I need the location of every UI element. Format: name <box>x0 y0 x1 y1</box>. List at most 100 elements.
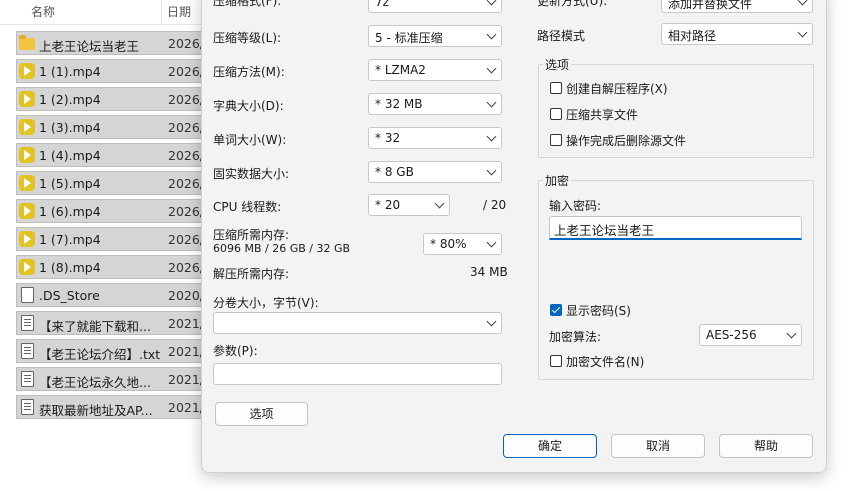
file-row[interactable]: .DS_Store 2020/ <box>16 283 206 307</box>
memory-compress-detail: 6096 MB / 26 GB / 32 GB <box>213 242 351 255</box>
path-mode-value: 相对路径 <box>668 29 717 43</box>
word-size-select[interactable]: * 32 <box>368 127 502 149</box>
file-date: 2026/ <box>168 64 205 79</box>
file-date: 2020/ <box>168 288 205 303</box>
path-mode-select[interactable]: 相对路径 <box>661 23 813 45</box>
memory-compress-label: 压缩所需内存: <box>213 228 290 242</box>
password-value: 上老王论坛当老王 <box>554 223 655 238</box>
encryption-method-label: 加密算法: <box>549 330 602 344</box>
video-file-icon <box>19 63 35 79</box>
chevron-down-icon <box>486 237 497 248</box>
password-label: 输入密码: <box>549 199 602 213</box>
show-password-checkbox[interactable] <box>550 304 562 316</box>
file-date: 2021/ <box>168 400 205 415</box>
chevron-down-icon <box>797 0 808 6</box>
file-row[interactable]: 1 (8).mp4 2026/ <box>16 255 206 279</box>
file-row[interactable]: 1 (3).mp4 2026/ <box>16 115 206 139</box>
encrypt-names-checkbox[interactable] <box>550 355 562 367</box>
file-name: 1 (5).mp4 <box>39 176 101 191</box>
chevron-down-icon <box>486 316 497 327</box>
cpu-threads-max: / 20 <box>483 198 507 212</box>
memory-decompress-label: 解压所需内存: <box>213 267 290 281</box>
file-row[interactable]: 1 (5).mp4 2026/ <box>16 171 206 195</box>
file-row[interactable]: 【老王论坛永久地... 2021/ <box>16 367 206 391</box>
encrypt-names-label[interactable]: 加密文件名(N) <box>566 353 644 370</box>
chevron-down-icon <box>486 165 497 176</box>
text-file-icon <box>21 371 34 387</box>
split-volume-combobox[interactable] <box>213 312 502 334</box>
dictionary-size-value: * 32 MB <box>375 97 423 111</box>
file-date: 2021/ <box>168 344 205 359</box>
delete-after-checkbox[interactable] <box>550 134 562 146</box>
sfx-checkbox[interactable] <box>550 82 562 94</box>
text-file-icon <box>21 315 34 331</box>
dictionary-size-select[interactable]: * 32 MB <box>368 93 502 115</box>
encryption-method-select[interactable]: AES-256 <box>699 324 802 346</box>
file-row[interactable]: 1 (7).mp4 2026/ <box>16 227 206 251</box>
video-file-icon <box>19 259 35 275</box>
compression-level-select[interactable]: 5 - 标准压缩 <box>368 25 502 47</box>
file-name: 【来了就能下载和... <box>39 319 151 334</box>
shared-files-label[interactable]: 压缩共享文件 <box>566 106 638 123</box>
video-file-icon <box>19 203 35 219</box>
chevron-down-icon <box>486 29 497 40</box>
memory-decompress-value: 34 MB <box>470 265 508 279</box>
file-name: 【老王论坛介绍】.txt <box>39 347 161 362</box>
file-row[interactable]: 获取最新地址及AP... 2021/ <box>16 395 206 419</box>
format-select[interactable]: 7z <box>368 0 502 13</box>
file-row[interactable]: 1 (1).mp4 2026/ <box>16 59 206 83</box>
file-row[interactable]: 【来了就能下载和... 2021/ <box>16 311 206 335</box>
file-row[interactable]: 上老王论坛当老王 2026/ <box>16 31 206 55</box>
ok-button[interactable]: 确定 <box>503 434 597 458</box>
file-row[interactable]: 1 (6).mp4 2026/ <box>16 199 206 223</box>
cpu-threads-select[interactable]: * 20 <box>368 194 450 216</box>
options-button[interactable]: 选项 <box>215 402 308 426</box>
parameters-label: 参数(P): <box>213 344 258 358</box>
parameters-input[interactable] <box>213 363 502 385</box>
file-name: 1 (6).mp4 <box>39 204 101 219</box>
folder-icon <box>19 35 35 50</box>
solid-block-size-select[interactable]: * 8 GB <box>368 161 502 183</box>
delete-after-label[interactable]: 操作完成后删除源文件 <box>566 132 686 149</box>
file-name: 1 (8).mp4 <box>39 260 101 275</box>
file-date: 2021/ <box>168 316 205 331</box>
options-group-title: 选项 <box>543 56 572 73</box>
cancel-button[interactable]: 取消 <box>611 434 705 458</box>
update-mode-select[interactable]: 添加并替换文件 <box>661 0 813 13</box>
file-row[interactable]: 1 (4).mp4 2026/ <box>16 143 206 167</box>
file-name: .DS_Store <box>39 288 100 303</box>
file-name: 获取最新地址及AP... <box>39 403 153 418</box>
compression-method-select[interactable]: * LZMA2 <box>368 59 502 81</box>
show-password-label[interactable]: 显示密码(S) <box>566 302 631 319</box>
file-date: 2026/ <box>168 148 205 163</box>
split-volume-label: 分卷大小，字节(V): <box>213 296 319 310</box>
chevron-down-icon <box>434 198 445 209</box>
memory-usage-value: * 80% <box>430 237 467 251</box>
column-name-header[interactable]: 名称 <box>31 3 55 20</box>
shared-files-checkbox[interactable] <box>550 108 562 120</box>
chevron-down-icon <box>486 0 497 6</box>
column-separator <box>161 0 162 24</box>
file-date: 2026/ <box>168 92 205 107</box>
sfx-label[interactable]: 创建自解压程序(X) <box>566 80 668 97</box>
path-mode-label: 路径模式 <box>537 29 586 43</box>
solid-block-size-value: * 8 GB <box>375 165 414 179</box>
file-row[interactable]: 1 (2).mp4 2026/ <box>16 87 206 111</box>
cpu-threads-label: CPU 线程数: <box>213 200 282 214</box>
chevron-down-icon <box>486 131 497 142</box>
file-name: 上老王论坛当老王 <box>39 39 140 54</box>
file-date: 2026/ <box>168 36 205 51</box>
file-name: 【老王论坛永久地... <box>39 375 151 390</box>
video-file-icon <box>19 91 35 107</box>
password-input[interactable]: 上老王论坛当老王 <box>549 216 802 240</box>
file-name: 1 (4).mp4 <box>39 148 101 163</box>
file-row[interactable]: 【老王论坛介绍】.txt 2021/ <box>16 339 206 363</box>
help-button[interactable]: 帮助 <box>719 434 813 458</box>
file-icon <box>21 287 34 303</box>
chevron-down-icon <box>786 328 797 339</box>
file-date: 2026/ <box>168 260 205 275</box>
text-file-icon <box>21 343 34 359</box>
memory-usage-select[interactable]: * 80% <box>423 233 502 255</box>
text-file-icon <box>21 399 34 415</box>
column-date-header[interactable]: 日期 <box>167 3 191 20</box>
